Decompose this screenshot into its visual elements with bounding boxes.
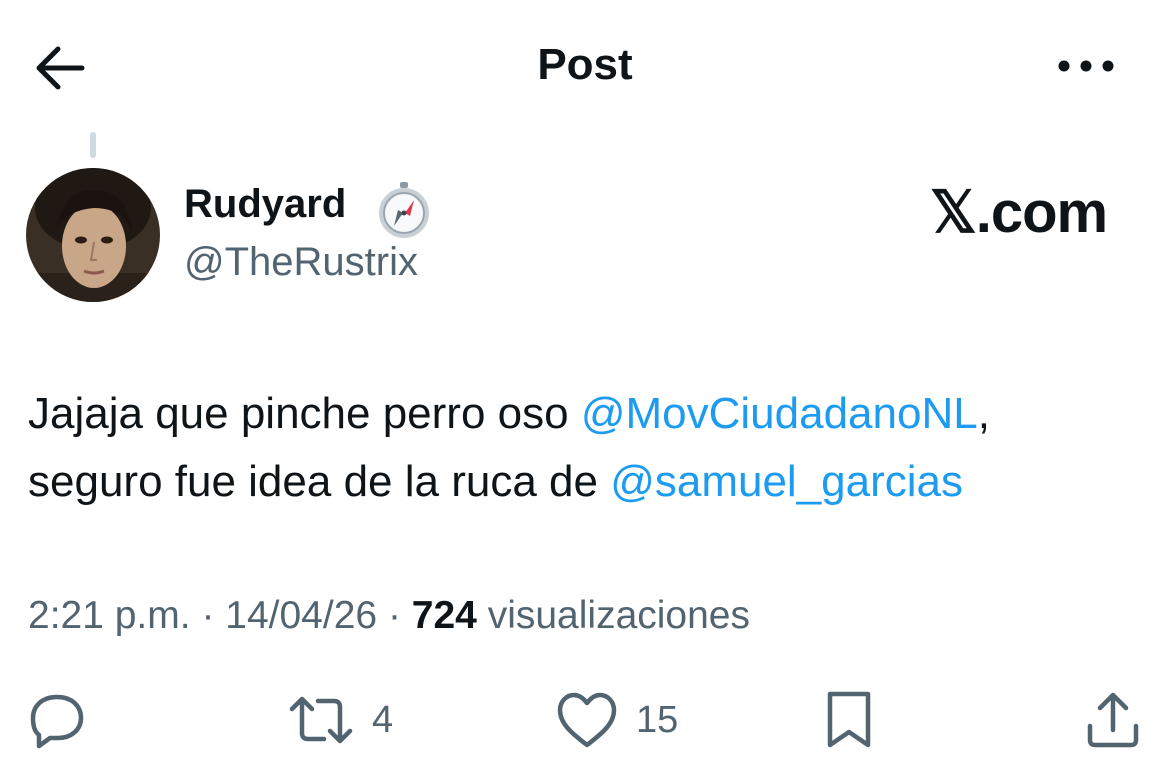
tweet-text-part: Jajaja que pinche perro oso — [28, 389, 581, 438]
views-label: visualizaciones — [487, 594, 751, 637]
author-handle[interactable]: @TheRustrix — [184, 240, 418, 285]
tweet-text: Jajaja que pinche perro oso @MovCiudadan… — [28, 380, 1148, 516]
site-watermark: 𝕏.com — [930, 180, 1108, 245]
bookmark-icon — [827, 691, 871, 748]
more-options-button[interactable] — [1056, 46, 1116, 86]
meta-separator: · — [201, 594, 215, 637]
post-time[interactable]: 2:21 p.m. — [28, 594, 191, 637]
tweet-line-1: Jajaja que pinche perro oso @MovCiudadan… — [28, 380, 1148, 448]
share-button[interactable] — [1084, 690, 1142, 750]
mention-link[interactable]: @samuel_garcias — [610, 457, 963, 506]
mention-link[interactable]: @MovCiudadanoNL — [581, 389, 978, 438]
more-horizontal-icon — [1058, 60, 1114, 72]
bookmark-button[interactable] — [824, 690, 874, 750]
like-button[interactable]: 15 — [556, 690, 678, 750]
post-date[interactable]: 14/04/26 — [225, 594, 377, 637]
tweet-text-part: seguro fue idea de la ruca de — [28, 457, 611, 506]
meta-separator: · — [387, 594, 401, 637]
thread-connector-line — [90, 132, 96, 158]
heart-icon — [557, 692, 617, 748]
tweet-text-part: , — [977, 389, 990, 438]
author-display-name[interactable]: Rudyard — [184, 182, 346, 227]
share-icon — [1087, 692, 1139, 748]
views-count: 724 — [411, 594, 477, 637]
repost-button[interactable]: 4 — [288, 690, 393, 750]
page-title: Post — [537, 40, 633, 89]
tweet-meta: 2:21 p.m. · 14/04/26 · 724 visualizacion… — [28, 594, 750, 638]
compass-emoji-icon — [374, 180, 434, 240]
reply-button[interactable] — [28, 690, 86, 750]
repost-icon — [289, 696, 353, 744]
repost-count: 4 — [372, 698, 394, 741]
avatar[interactable] — [26, 168, 160, 302]
tweet-line-2: seguro fue idea de la ruca de @samuel_ga… — [28, 448, 1148, 516]
reply-icon — [30, 694, 84, 749]
like-count: 15 — [636, 698, 679, 741]
